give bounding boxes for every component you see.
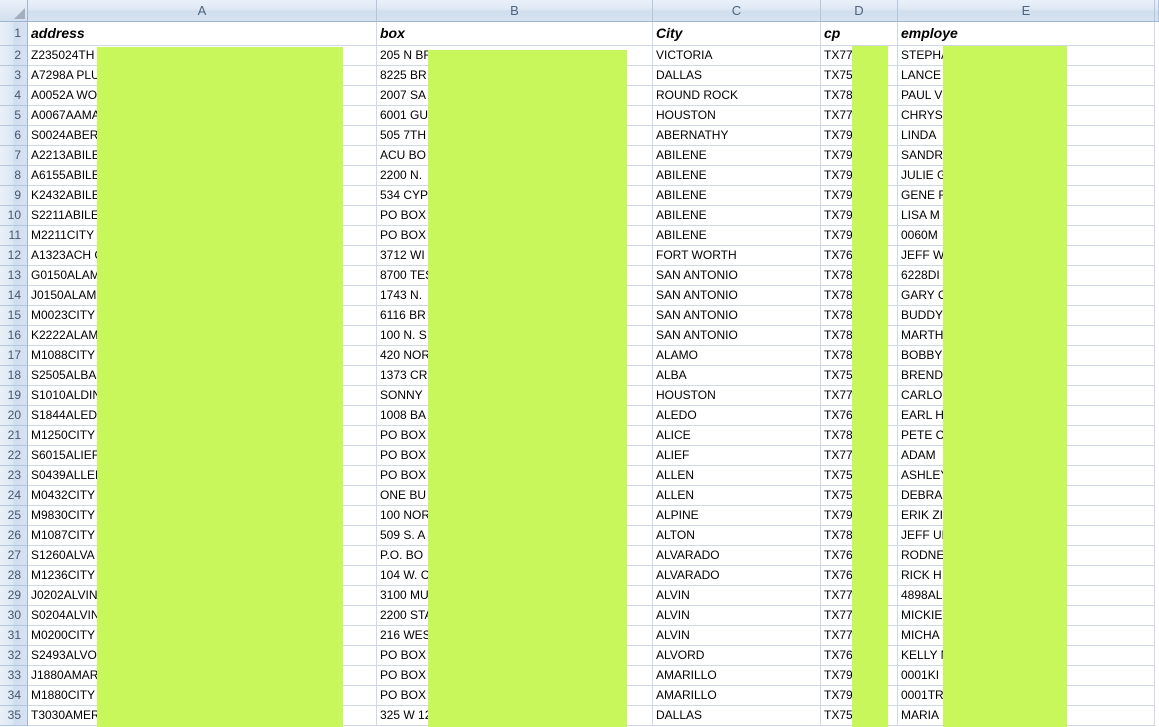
row-header-34[interactable]: 34 [0, 686, 28, 706]
cell-C30[interactable]: ALVIN [653, 606, 821, 626]
cell-C35[interactable]: DALLAS [653, 706, 821, 726]
cell-C33[interactable]: AMARILLO [653, 666, 821, 686]
cell-D1[interactable]: cp [821, 22, 898, 46]
highlight-overlay-2 [428, 50, 627, 727]
row-header-2[interactable]: 2 [0, 46, 28, 66]
row-header-10[interactable]: 10 [0, 206, 28, 226]
row-header-18[interactable]: 18 [0, 366, 28, 386]
cell-C24[interactable]: ALLEN [653, 486, 821, 506]
cell-C11[interactable]: ABILENE [653, 226, 821, 246]
cell-E1[interactable]: employe [898, 22, 1155, 46]
cell-C19[interactable]: HOUSTON [653, 386, 821, 406]
cell-C13[interactable]: SAN ANTONIO [653, 266, 821, 286]
row-header-19[interactable]: 19 [0, 386, 28, 406]
column-header-D[interactable]: D [821, 0, 898, 22]
cell-C7[interactable]: ABILENE [653, 146, 821, 166]
row-header-17[interactable]: 17 [0, 346, 28, 366]
cell-C27[interactable]: ALVARADO [653, 546, 821, 566]
column-header-E[interactable]: E [898, 0, 1155, 22]
row-header-20[interactable]: 20 [0, 406, 28, 426]
cell-C25[interactable]: ALPINE [653, 506, 821, 526]
row-header-31[interactable]: 31 [0, 626, 28, 646]
cell-A1[interactable]: address [28, 22, 377, 46]
cell-C23[interactable]: ALLEN [653, 466, 821, 486]
row-header-9[interactable]: 9 [0, 186, 28, 206]
cell-C31[interactable]: ALVIN [653, 626, 821, 646]
cell-C10[interactable]: ABILENE [653, 206, 821, 226]
column-header-partial[interactable] [1155, 0, 1159, 22]
row-header-16[interactable]: 16 [0, 326, 28, 346]
row-header-24[interactable]: 24 [0, 486, 28, 506]
cell-C32[interactable]: ALVORD [653, 646, 821, 666]
row-header-14[interactable]: 14 [0, 286, 28, 306]
cell-C3[interactable]: DALLAS [653, 66, 821, 86]
row-header-22[interactable]: 22 [0, 446, 28, 466]
cell-C22[interactable]: ALIEF [653, 446, 821, 466]
cell-C17[interactable]: ALAMO [653, 346, 821, 366]
select-all-triangle-icon [14, 8, 25, 19]
cell-C29[interactable]: ALVIN [653, 586, 821, 606]
cell-C14[interactable]: SAN ANTONIO [653, 286, 821, 306]
select-all-button[interactable] [0, 0, 28, 22]
column-header-C[interactable]: C [653, 0, 821, 22]
cell-C4[interactable]: ROUND ROCK [653, 86, 821, 106]
cell-C28[interactable]: ALVARADO [653, 566, 821, 586]
row-header-7[interactable]: 7 [0, 146, 28, 166]
cell-C15[interactable]: SAN ANTONIO [653, 306, 821, 326]
row-header-11[interactable]: 11 [0, 226, 28, 246]
row-header-5[interactable]: 5 [0, 106, 28, 126]
cell-C8[interactable]: ABILENE [653, 166, 821, 186]
row-header-23[interactable]: 23 [0, 466, 28, 486]
row-header-26[interactable]: 26 [0, 526, 28, 546]
cell-C2[interactable]: VICTORIA [653, 46, 821, 66]
highlight-overlay-1 [97, 47, 343, 727]
row-header-28[interactable]: 28 [0, 566, 28, 586]
cell-C34[interactable]: AMARILLO [653, 686, 821, 706]
row-header-15[interactable]: 15 [0, 306, 28, 326]
cell-C1[interactable]: City [653, 22, 821, 46]
column-header-B[interactable]: B [377, 0, 653, 22]
cell-B1[interactable]: box [377, 22, 653, 46]
cell-C26[interactable]: ALTON [653, 526, 821, 546]
row-header-33[interactable]: 33 [0, 666, 28, 686]
row-header-32[interactable]: 32 [0, 646, 28, 666]
cell-C9[interactable]: ABILENE [653, 186, 821, 206]
row-header-35[interactable]: 35 [0, 706, 28, 726]
row-header-21[interactable]: 21 [0, 426, 28, 446]
cell-C21[interactable]: ALICE [653, 426, 821, 446]
row-header-1[interactable]: 1 [0, 22, 28, 46]
row-header-4[interactable]: 4 [0, 86, 28, 106]
highlight-overlay-4 [943, 46, 1067, 727]
spreadsheet: ABCDE1addressboxCitycpemploye2Z235024TH … [0, 0, 1159, 727]
row-header-8[interactable]: 8 [0, 166, 28, 186]
row-header-30[interactable]: 30 [0, 606, 28, 626]
column-header-A[interactable]: A [28, 0, 377, 22]
row-header-25[interactable]: 25 [0, 506, 28, 526]
cell-C18[interactable]: ALBA [653, 366, 821, 386]
row-header-3[interactable]: 3 [0, 66, 28, 86]
cell-C6[interactable]: ABERNATHY [653, 126, 821, 146]
row-header-27[interactable]: 27 [0, 546, 28, 566]
cell-C12[interactable]: FORT WORTH [653, 246, 821, 266]
cell-C16[interactable]: SAN ANTONIO [653, 326, 821, 346]
cell-C20[interactable]: ALEDO [653, 406, 821, 426]
row-header-29[interactable]: 29 [0, 586, 28, 606]
row-header-6[interactable]: 6 [0, 126, 28, 146]
highlight-overlay-3 [852, 46, 888, 727]
cell-C5[interactable]: HOUSTON [653, 106, 821, 126]
row-header-13[interactable]: 13 [0, 266, 28, 286]
row-header-12[interactable]: 12 [0, 246, 28, 266]
